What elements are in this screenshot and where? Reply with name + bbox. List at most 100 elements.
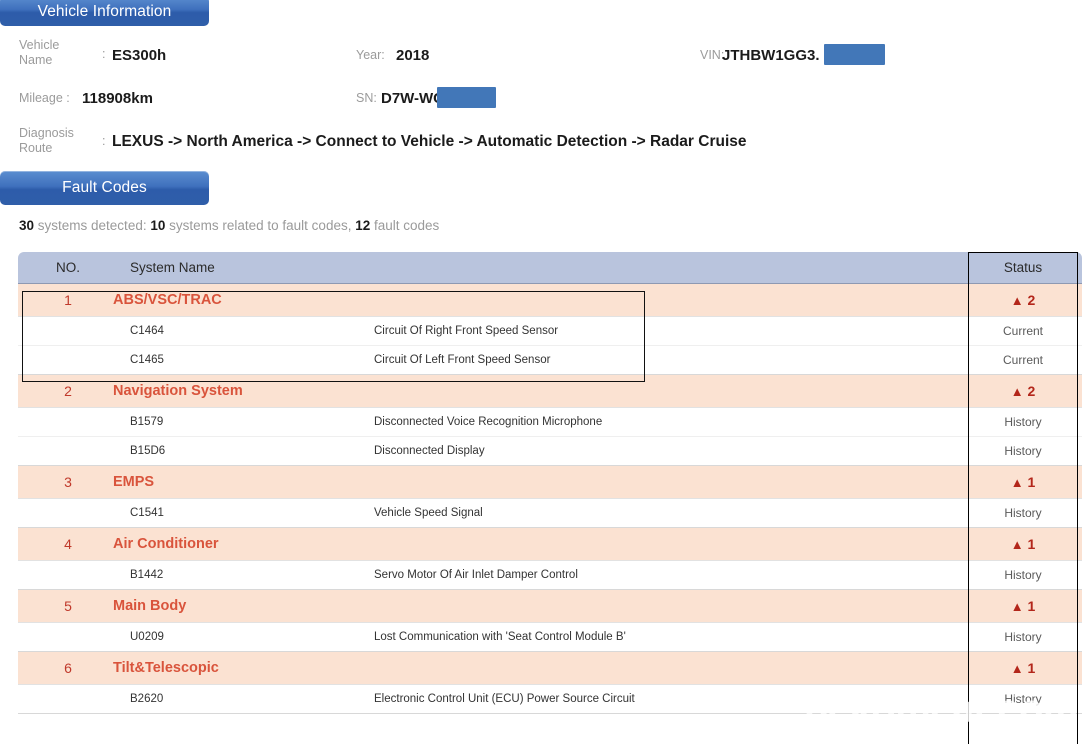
fault-code-status: History — [1004, 415, 1042, 429]
row-number: 1 — [64, 292, 72, 308]
vehicle-information-section-title: Vehicle Information — [0, 0, 209, 26]
fault-code-row[interactable]: U0209 Lost Communication with 'Seat Contr… — [18, 623, 1082, 652]
sn-redaction-block — [437, 87, 496, 108]
vin-value: JTHBW1GG3. — [722, 47, 820, 64]
fault-code-description: Disconnected Display — [374, 445, 485, 457]
fault-code-row[interactable]: C1465 Circuit Of Left Front Speed Sensor C… — [18, 346, 1082, 375]
status-column-top-rule — [968, 252, 1078, 253]
sn-value: D7W-WC — [381, 90, 445, 107]
system-status-count: 1 — [1027, 660, 1036, 676]
system-status: ▲ 1 — [968, 466, 1078, 499]
column-header-no: NO. — [55, 260, 80, 275]
fault-code-status: History — [1004, 444, 1042, 458]
sn-label: SN: — [356, 91, 377, 105]
fault-code-row[interactable]: B1442 Servo Motor Of Air Inlet Damper Con… — [18, 561, 1082, 590]
table-row[interactable]: 6 Tilt&Telescopic ▲ 1 — [18, 652, 1082, 685]
warning-triangle-icon: ▲ — [1010, 475, 1024, 490]
table-row[interactable]: 1 ABS/VSC/TRAC ▲ 2 — [18, 284, 1082, 317]
system-name: Tilt&Telescopic — [113, 660, 219, 676]
system-name: ABS/VSC/TRAC — [113, 292, 222, 308]
row-number: 2 — [64, 383, 72, 399]
system-status: ▲ 2 — [968, 375, 1078, 408]
mileage-label: Mileage : — [19, 91, 70, 105]
diagnosis-route-value: LEXUS -> North America -> Connect to Veh… — [112, 133, 747, 150]
diagnosis-route-label: Diagnosis Route — [19, 126, 74, 155]
fault-code-status: History — [1004, 506, 1042, 520]
column-header-system-name: System Name — [130, 260, 215, 275]
system-status: ▲ 1 — [968, 528, 1078, 561]
year-label: Year: — [356, 48, 385, 62]
table-body: 1 ABS/VSC/TRAC ▲ 2 C1464 Circuit Of Right Fr… — [18, 284, 1082, 714]
warning-triangle-icon: ▲ — [1010, 537, 1024, 552]
fault-code-row[interactable]: B1579 Disconnected Voice Recognition Micr… — [18, 408, 1082, 437]
warning-triangle-icon: ▲ — [1010, 293, 1024, 308]
systems-with-codes-count: 10 — [150, 218, 166, 233]
warning-triangle-icon: ▲ — [1010, 384, 1024, 399]
row-number: 6 — [64, 660, 72, 676]
fault-code-description: Lost Communication with 'Seat Control Mo… — [374, 631, 626, 643]
table-header-row: NO. System Name Status — [18, 252, 1082, 284]
fault-code-description: Circuit Of Right Front Speed Sensor — [374, 325, 559, 337]
fault-code: B2620 — [130, 693, 164, 705]
system-name: Main Body — [113, 598, 187, 614]
system-status-count: 1 — [1027, 474, 1036, 490]
table-row[interactable]: 5 Main Body ▲ 1 — [18, 590, 1082, 623]
fault-code: C1465 — [130, 354, 164, 366]
fault-codes-table: NO. System Name Status 1 ABS/VSC/TRAC ▲ 2C… — [18, 252, 1082, 714]
fault-code: B1579 — [130, 416, 164, 428]
warning-triangle-icon: ▲ — [1010, 599, 1024, 614]
fault-code-status: History — [1004, 568, 1042, 582]
fault-code-status: History — [1004, 630, 1042, 644]
vehicle-name-colon: : — [102, 47, 106, 61]
system-status: ▲ 1 — [968, 590, 1078, 623]
fault-code: B15D6 — [130, 445, 166, 457]
fault-code-description: Circuit Of Left Front Speed Sensor — [374, 354, 551, 366]
fault-code-description: Electronic Control Unit (ECU) Power Sour… — [374, 693, 635, 705]
system-status: ▲ 1 — [968, 652, 1078, 685]
vin-redaction-block — [824, 44, 885, 65]
system-name: Air Conditioner — [113, 536, 219, 552]
vehicle-name-label: Vehicle Name — [19, 38, 60, 67]
fault-code-status: Current — [1002, 353, 1043, 367]
fault-code-status: History — [1004, 692, 1042, 706]
mileage-value: 118908km — [82, 90, 153, 107]
diagnostic-report-page: Vehicle Information Vehicle Name : ES300… — [0, 0, 1090, 744]
fault-code-row[interactable]: B2620 Electronic Control Unit (ECU) Power… — [18, 685, 1082, 714]
table-row[interactable]: 3 EMPS ▲ 1 — [18, 466, 1082, 499]
system-name: Navigation System — [113, 383, 243, 399]
column-header-status: Status — [1003, 260, 1043, 275]
fault-code: C1541 — [130, 507, 164, 519]
systems-with-codes-text: systems related to fault codes, — [165, 218, 356, 233]
diagnosis-route-colon: : — [102, 134, 106, 148]
system-status-count: 2 — [1027, 292, 1036, 308]
warning-triangle-icon: ▲ — [1010, 661, 1024, 676]
table-row[interactable]: 4 Air Conditioner ▲ 1 — [18, 528, 1082, 561]
row-number: 3 — [64, 474, 72, 490]
fault-code: U0209 — [130, 631, 164, 643]
systems-detected-text: systems detected: — [34, 218, 151, 233]
fault-codes-count: 12 — [355, 218, 371, 233]
fault-code-row[interactable]: B15D6 Disconnected Display History — [18, 437, 1082, 466]
fault-code-status: Current — [1002, 324, 1043, 338]
row-number: 4 — [64, 536, 72, 552]
fault-code-description: Vehicle Speed Signal — [374, 507, 483, 519]
fault-code: B1442 — [130, 569, 164, 581]
fault-code-row[interactable]: C1541 Vehicle Speed Signal History — [18, 499, 1082, 528]
systems-detected-count: 30 — [19, 218, 35, 233]
system-status: ▲ 2 — [968, 284, 1078, 317]
row-number: 5 — [64, 598, 72, 614]
table-row[interactable]: 2 Navigation System ▲ 2 — [18, 375, 1082, 408]
system-status-count: 1 — [1027, 598, 1036, 614]
vin-label: VIN: — [700, 48, 725, 62]
fault-code-description: Servo Motor Of Air Inlet Damper Control — [374, 569, 578, 581]
fault-summary-line: 30 systems detected: 10 systems related … — [19, 218, 439, 233]
system-name: EMPS — [113, 474, 155, 490]
system-status-count: 1 — [1027, 536, 1036, 552]
fault-codes-text: fault codes — [370, 218, 440, 233]
fault-codes-section-title: Fault Codes — [0, 171, 209, 205]
fault-code-row[interactable]: C1464 Circuit Of Right Front Speed Sensor… — [18, 317, 1082, 346]
year-value: 2018 — [396, 47, 430, 64]
fault-code: C1464 — [130, 325, 164, 337]
system-status-count: 2 — [1027, 383, 1036, 399]
vehicle-name-value: ES300h — [112, 47, 167, 64]
